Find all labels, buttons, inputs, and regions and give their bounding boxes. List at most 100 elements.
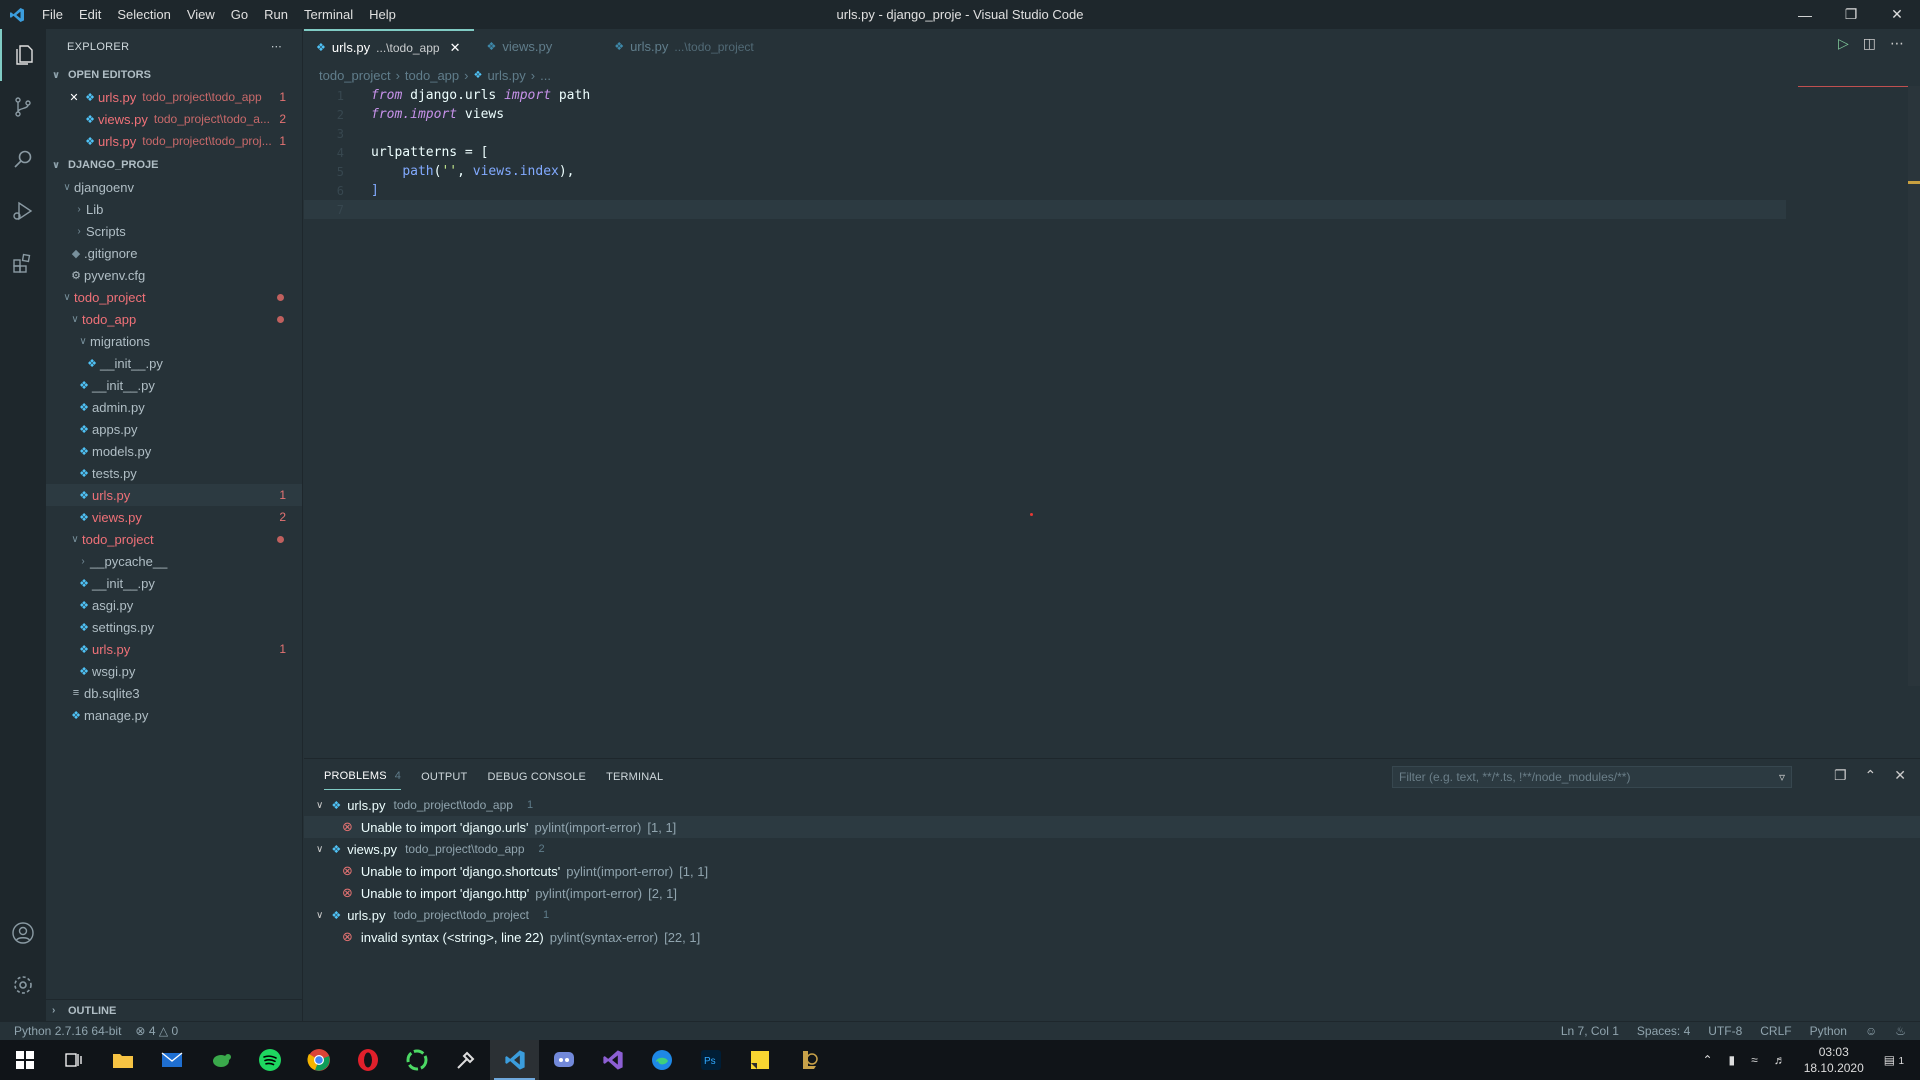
problem-item[interactable]: ⊗ Unable to import 'django.shortcuts' py…	[304, 860, 1920, 882]
code-editor[interactable]: 1 from django.urls import path 2 from.im…	[304, 86, 1920, 219]
menu-help[interactable]: Help	[361, 0, 404, 29]
problem-item[interactable]: ⊗ Unable to import 'django.http' pylint(…	[304, 882, 1920, 904]
encoding[interactable]: UTF-8	[1708, 1024, 1742, 1038]
tree-file[interactable]: ❖ __init__.py	[46, 374, 302, 396]
photoshop-icon[interactable]: Ps	[686, 1040, 735, 1080]
run-debug-icon[interactable]	[0, 185, 46, 237]
restore-icon[interactable]: ❐	[1828, 0, 1874, 29]
open-editors-section[interactable]: ∨ OPEN EDITORS	[46, 64, 302, 86]
menu-terminal[interactable]: Terminal	[296, 0, 361, 29]
breadcrumb-item[interactable]: todo_app	[405, 68, 459, 83]
cursor-position[interactable]: Ln 7, Col 1	[1561, 1024, 1619, 1038]
tree-file[interactable]: ❖ views.py 2	[46, 506, 302, 528]
vscode-taskbar-icon[interactable]	[490, 1040, 539, 1080]
editor-scrollbar[interactable]	[1908, 86, 1920, 686]
close-icon[interactable]: ✕	[66, 91, 82, 104]
tree-folder[interactable]: › Scripts	[46, 220, 302, 242]
tree-folder[interactable]: › __pycache__	[46, 550, 302, 572]
tree-file[interactable]: ❖ __init__.py	[46, 352, 302, 374]
accounts-icon[interactable]	[0, 907, 46, 959]
problem-file-row[interactable]: ∨ ❖ urls.py todo_project\todo_app 1	[304, 794, 1920, 816]
close-panel-icon[interactable]: ✕	[1894, 767, 1906, 784]
problem-file-row[interactable]: ∨ ❖ urls.py todo_project\todo_project 1	[304, 904, 1920, 926]
menu-view[interactable]: View	[179, 0, 223, 29]
outline-section[interactable]: › OUTLINE	[46, 999, 303, 1021]
tree-file[interactable]: ❖ asgi.py	[46, 594, 302, 616]
tab-output[interactable]: OUTPUT	[421, 764, 467, 790]
tree-file[interactable]: ❖ manage.py	[46, 704, 302, 726]
battery-icon[interactable]: ▮	[1729, 1053, 1736, 1067]
run-file-icon[interactable]: ▷	[1838, 35, 1849, 52]
notifications-bell-icon[interactable]: ♨	[1895, 1024, 1906, 1038]
volume-icon[interactable]: ♬	[1774, 1053, 1786, 1067]
project-section[interactable]: ∨ DJANGO_PROJE	[46, 154, 302, 176]
tree-file[interactable]: ❖ settings.py	[46, 616, 302, 638]
problem-item[interactable]: ⊗ invalid syntax (<string>, line 22) pyl…	[304, 926, 1920, 948]
collapse-all-icon[interactable]: ❐	[1834, 767, 1847, 784]
breadcrumb-item[interactable]: ...	[540, 68, 551, 83]
app-tool-icon[interactable]	[441, 1040, 490, 1080]
breadcrumb-item[interactable]: urls.py	[487, 68, 525, 83]
tree-file[interactable]: ❖ admin.py	[46, 396, 302, 418]
tree-file[interactable]: ❖ urls.py 1	[46, 484, 302, 506]
open-editor-item[interactable]: ✕ ❖ urls.py todo_project\todo_app 1	[46, 86, 302, 108]
chevron-up-icon[interactable]: ⌃	[1702, 1053, 1712, 1067]
breadcrumb-item[interactable]: todo_project	[319, 68, 391, 83]
tree-file[interactable]: ❖ models.py	[46, 440, 302, 462]
task-view-icon[interactable]	[49, 1040, 98, 1080]
tree-folder[interactable]: ∨ todo_app	[46, 308, 302, 330]
search-icon[interactable]	[0, 133, 46, 185]
explorer-icon[interactable]	[0, 29, 46, 81]
mail-icon[interactable]	[147, 1040, 196, 1080]
problem-file-row[interactable]: ∨ ❖ views.py todo_project\todo_app 2	[304, 838, 1920, 860]
tree-file[interactable]: ⚙ pyvenv.cfg	[46, 264, 302, 286]
problems-filter-input[interactable]: Filter (e.g. text, **/*.ts, !**/node_mod…	[1392, 766, 1792, 788]
tab-urls-todo-project[interactable]: ❖ urls.py ...\todo_project	[602, 29, 768, 64]
opera-icon[interactable]	[343, 1040, 392, 1080]
more-actions-icon[interactable]: ⋯	[1890, 35, 1904, 52]
visual-studio-icon[interactable]	[588, 1040, 637, 1080]
app-ring-icon[interactable]	[392, 1040, 441, 1080]
menu-file[interactable]: File	[34, 0, 71, 29]
tree-file[interactable]: ❖ wsgi.py	[46, 660, 302, 682]
minimap[interactable]	[1798, 86, 1908, 100]
spotify-icon[interactable]	[245, 1040, 294, 1080]
tree-file[interactable]: ◆ .gitignore	[46, 242, 302, 264]
tab-terminal[interactable]: TERMINAL	[606, 764, 663, 790]
split-editor-icon[interactable]: ◫	[1863, 35, 1876, 52]
indentation[interactable]: Spaces: 4	[1637, 1024, 1690, 1038]
language-mode[interactable]: Python	[1810, 1024, 1847, 1038]
tab-views[interactable]: ❖ views.py	[474, 29, 602, 64]
feedback-icon[interactable]: ☺	[1865, 1024, 1877, 1038]
filter-icon[interactable]: ▿	[1779, 770, 1785, 784]
more-actions-icon[interactable]: ⋯	[271, 40, 282, 53]
tree-file[interactable]: ❖ urls.py 1	[46, 638, 302, 660]
discord-icon[interactable]	[539, 1040, 588, 1080]
open-editor-item[interactable]: ❖ urls.py todo_project\todo_proj... 1	[46, 130, 302, 152]
menu-go[interactable]: Go	[223, 0, 256, 29]
minimize-icon[interactable]: —	[1782, 0, 1828, 29]
close-tab-icon[interactable]: ✕	[450, 40, 461, 56]
tab-problems[interactable]: PROBLEMS 4	[324, 763, 402, 790]
chrome-icon[interactable]	[294, 1040, 343, 1080]
settings-gear-icon[interactable]	[0, 959, 46, 1011]
tree-file[interactable]: ❖ apps.py	[46, 418, 302, 440]
tree-folder[interactable]: › Lib	[46, 198, 302, 220]
line-ending[interactable]: CRLF	[1760, 1024, 1791, 1038]
maximize-panel-icon[interactable]: ⌃	[1865, 767, 1877, 784]
clock[interactable]: 03:03 18.10.2020	[1804, 1044, 1864, 1076]
close-window-icon[interactable]: ✕	[1874, 0, 1920, 29]
edge-icon[interactable]	[637, 1040, 686, 1080]
sticky-notes-icon[interactable]	[735, 1040, 784, 1080]
tab-debug-console[interactable]: DEBUG CONSOLE	[487, 764, 586, 790]
problem-item[interactable]: ⊗ Unable to import 'django.urls' pylint(…	[304, 816, 1920, 838]
extensions-icon[interactable]	[0, 237, 46, 289]
tree-folder[interactable]: ∨ todo_project	[46, 528, 302, 550]
menu-run[interactable]: Run	[256, 0, 296, 29]
tab-urls-todo-app[interactable]: ❖ urls.py ...\todo_app ✕	[304, 29, 475, 64]
app-turtle-icon[interactable]	[196, 1040, 245, 1080]
tree-folder[interactable]: ∨ djangoenv	[46, 176, 302, 198]
tree-folder[interactable]: ∨ todo_project	[46, 286, 302, 308]
menu-edit[interactable]: Edit	[71, 0, 109, 29]
tree-file[interactable]: ≡ db.sqlite3	[46, 682, 302, 704]
